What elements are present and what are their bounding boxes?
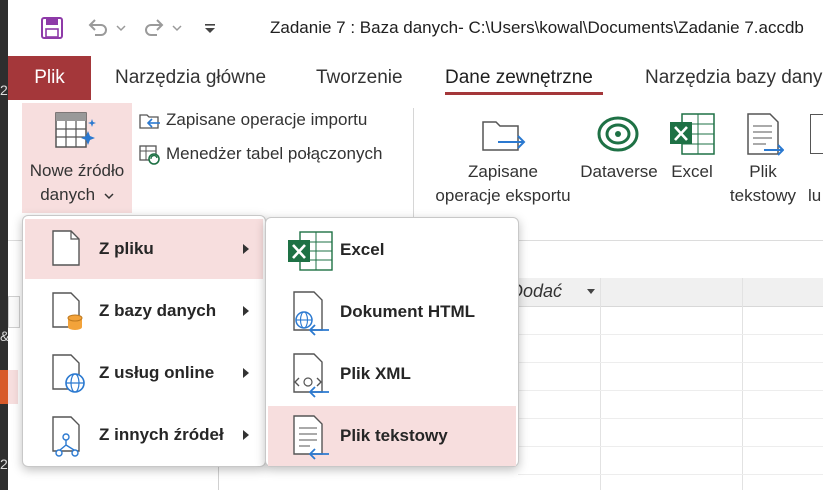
menu-item-from-database[interactable]: Z bazy danych bbox=[25, 281, 263, 341]
datasheet-header: Dodać bbox=[508, 278, 823, 307]
tab-create[interactable]: Tworzenie bbox=[316, 56, 403, 100]
menu-item-from-other-sources[interactable]: Z innych źródeł bbox=[25, 405, 263, 465]
saved-exports-label: Zapisane bbox=[468, 162, 538, 181]
saved-exports-button[interactable]: Zapisane operacje eksportu bbox=[428, 104, 578, 214]
document-icon bbox=[810, 114, 823, 154]
tab-home[interactable]: Narzędzia główne bbox=[115, 56, 266, 100]
grid-line bbox=[518, 334, 823, 335]
saved-exports-icon bbox=[480, 112, 526, 161]
submenu-item-label: Plik XML bbox=[340, 364, 411, 383]
active-tab-indicator bbox=[445, 92, 603, 95]
menu-item-label: Z bazy danych bbox=[99, 301, 217, 320]
new-data-source-icon bbox=[54, 111, 98, 158]
tab-database-tools[interactable]: Narzędzia bazy dany bbox=[645, 56, 822, 100]
grid-line bbox=[600, 278, 601, 490]
new-data-source-label: Nowe źródło bbox=[29, 161, 125, 180]
text-file-label: Plik bbox=[749, 162, 777, 181]
menu-item-label: Z innych źródeł bbox=[99, 425, 224, 444]
customize-toolbar-icon[interactable] bbox=[202, 14, 218, 42]
menu-item-from-file[interactable]: Z pliku bbox=[25, 219, 263, 279]
background-text: 2 bbox=[0, 82, 8, 98]
ribbon-tabs: Plik Narzędzia główne Tworzenie Dane zew… bbox=[8, 56, 823, 100]
access-window: Zadanie 7 : Baza danych- C:\Users\kowal\… bbox=[8, 0, 823, 490]
navigation-pane-edge bbox=[8, 296, 20, 328]
submenu-arrow-icon bbox=[243, 306, 249, 316]
dataverse-icon bbox=[596, 114, 640, 159]
redo-dropdown-icon[interactable] bbox=[170, 14, 184, 42]
export-text-file-button[interactable]: Plik tekstowy bbox=[724, 104, 802, 214]
undo-icon[interactable] bbox=[84, 14, 112, 42]
other-sources-icon bbox=[52, 416, 80, 457]
new-data-source-button[interactable]: Nowe źródło danych bbox=[22, 103, 132, 213]
submenu-arrow-icon bbox=[243, 244, 249, 254]
grid-line bbox=[518, 418, 823, 419]
export-excel-button[interactable]: Excel bbox=[664, 104, 720, 214]
saved-imports-icon bbox=[138, 110, 162, 132]
excel-icon bbox=[288, 231, 333, 271]
grid-line bbox=[518, 390, 823, 391]
database-icon bbox=[52, 292, 83, 330]
new-data-source-menu: Z pliku Z bazy danych Z usług online Z i… bbox=[22, 215, 266, 467]
menu-item-from-online-services[interactable]: Z usług online bbox=[25, 343, 263, 403]
background-text: 2 bbox=[0, 456, 8, 472]
submenu-item-label: Excel bbox=[340, 240, 385, 259]
submenu-item-text-file[interactable]: Plik tekstowy bbox=[268, 406, 516, 466]
grid-line bbox=[518, 446, 823, 447]
file-icon bbox=[52, 230, 80, 266]
chevron-down-icon bbox=[104, 193, 114, 200]
saved-imports-button[interactable]: Zapisane operacje importu bbox=[166, 110, 367, 130]
navigation-pane-selected bbox=[8, 370, 18, 404]
window-title: Zadanie 7 : Baza danych- C:\Users\kowal\… bbox=[270, 18, 804, 37]
export-dataverse-button[interactable]: Dataverse bbox=[574, 104, 664, 214]
column-dropdown-icon[interactable] bbox=[586, 289, 596, 295]
submenu-item-label: Dokument HTML bbox=[340, 302, 476, 321]
new-data-source-label: danych bbox=[40, 185, 96, 204]
tab-file[interactable]: Plik bbox=[8, 56, 91, 100]
text-file-label: tekstowy bbox=[729, 186, 797, 205]
submenu-item-html-document[interactable]: Dokument HTML bbox=[268, 282, 516, 342]
text-file-icon bbox=[744, 112, 785, 161]
excel-icon bbox=[668, 112, 716, 161]
submenu-arrow-icon bbox=[243, 368, 249, 378]
submenu-arrow-icon bbox=[243, 430, 249, 440]
ribbon-group-separator bbox=[413, 108, 414, 218]
saved-exports-label: operacje eksportu bbox=[435, 186, 571, 205]
dataverse-label: Dataverse bbox=[580, 162, 658, 181]
excel-label: Excel bbox=[671, 162, 713, 181]
submenu-item-xml-file[interactable]: Plik XML bbox=[268, 344, 516, 404]
grid-line bbox=[518, 474, 823, 475]
grid-line bbox=[518, 362, 823, 363]
undo-dropdown-icon[interactable] bbox=[114, 14, 128, 42]
menu-item-label: Z usług online bbox=[99, 363, 215, 382]
submenu-item-excel[interactable]: Excel bbox=[268, 220, 516, 280]
background-taskbar-mark bbox=[0, 370, 8, 404]
linked-table-manager-icon bbox=[138, 144, 162, 166]
redo-icon[interactable] bbox=[140, 14, 168, 42]
submenu-item-label: Plik tekstowy bbox=[340, 426, 448, 445]
text-file-icon bbox=[293, 415, 329, 460]
title-bar: Zadanie 7 : Baza danych- C:\Users\kowal\… bbox=[8, 0, 823, 56]
html-document-icon bbox=[293, 291, 329, 336]
background-window-edge: 2 & 2 bbox=[0, 0, 9, 490]
globe-icon bbox=[52, 354, 85, 393]
export-more-label: lu bbox=[808, 186, 822, 205]
from-file-submenu: Excel Dokument HTML Plik XML Plik teksto… bbox=[265, 217, 519, 467]
grid-line bbox=[742, 278, 743, 490]
export-more-button[interactable]: lu bbox=[802, 108, 823, 218]
linked-table-manager-button[interactable]: Menedżer tabel połączonych bbox=[166, 144, 382, 164]
save-icon[interactable] bbox=[38, 14, 66, 42]
xml-file-icon bbox=[293, 353, 329, 398]
menu-item-label: Z pliku bbox=[99, 239, 154, 258]
